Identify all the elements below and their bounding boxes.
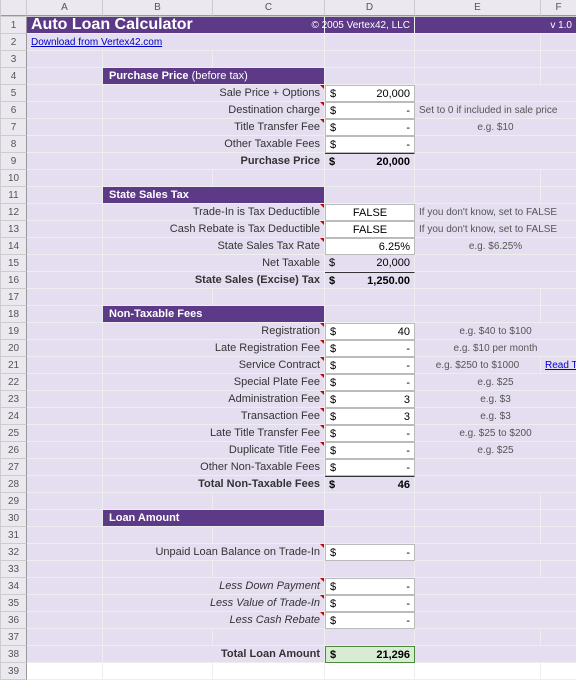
col-f[interactable]: F [541,0,576,16]
col-b[interactable]: B [103,0,213,16]
value-tax-total: $1,250.00 [325,272,415,289]
col-a[interactable]: A [27,0,103,16]
read-this-link[interactable]: Read This [541,357,576,374]
column-headers: A B C D E F [0,0,576,16]
row-2[interactable]: 2 [1,34,27,51]
col-c[interactable]: C [213,0,325,16]
value-purchase-total: $20,000 [325,153,415,170]
col-e[interactable]: E [415,0,541,16]
value-net-taxable: $20,000 [325,255,415,272]
label-sale-price: Sale Price + Options [103,85,325,102]
value-total-loan: $21,296 [325,646,415,663]
page-title: Auto Loan Calculator [27,17,325,34]
section-nontax-header: Non-Taxable Fees [103,306,325,323]
input-unpaid-balance[interactable]: $- [325,544,415,561]
col-d[interactable]: D [325,0,415,16]
input-sale-price[interactable]: $20,000 [325,85,415,102]
input-tradein-deduct[interactable]: FALSE [325,204,415,221]
download-link[interactable]: Download from Vertex42.com [27,34,325,51]
input-other-taxable[interactable]: $- [325,136,415,153]
label-purchase-total: Purchase Price [103,153,325,170]
version: v 1.0 [415,17,576,34]
label-total-loan: Total Loan Amount [103,646,325,663]
row-1[interactable]: 1 [1,17,27,34]
input-destination[interactable]: $- [325,102,415,119]
input-title-fee[interactable]: $- [325,119,415,136]
section-tax-header: State Sales Tax [103,187,325,204]
input-tax-rate[interactable]: 6.25% [325,238,415,255]
value-nontax-total: $46 [325,476,415,493]
input-rebate-deduct[interactable]: FALSE [325,221,415,238]
section-loan-header: Loan Amount [103,510,325,527]
section-purchase-header: Purchase Price (before tax) [103,68,325,85]
copyright: © 2005 Vertex42, LLC [325,17,415,34]
